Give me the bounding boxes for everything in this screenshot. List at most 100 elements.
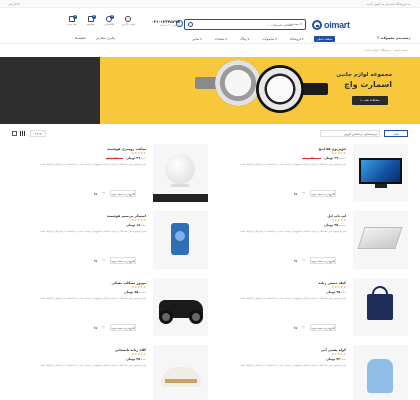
- wishlist-heart-icon[interactable]: ♡: [101, 191, 106, 196]
- product-info: کلاه زنانه تابستانی ★★★★★ ۴۵۰۰۰ تومان لو…: [16, 348, 146, 368]
- product-info: کیف دستی زنانه ★★★★★ ۹۵۰۰۰ تومان لورم ای…: [216, 281, 346, 301]
- site-header: oimart دسته‌بندی ▾ ۰۲۱-۱۲۳۴۵۶۷۸ پشتیبانی…: [0, 8, 420, 34]
- product-image[interactable]: [153, 144, 208, 202]
- product-card[interactable]: ساعت رومیزی هوشمند ★★★★★ ۲۹۰۰۰ تومان۳۵۰۰…: [12, 144, 208, 209]
- watch-image: [215, 60, 261, 106]
- add-to-cart-button[interactable]: افزودن به سبد خرید: [310, 257, 336, 264]
- header-action-account[interactable]: حساب کاربری: [121, 16, 135, 32]
- nav-item-contact[interactable]: تماس ▾: [189, 36, 205, 42]
- wishlist-heart-icon[interactable]: ♡: [301, 325, 306, 330]
- list-view-icon[interactable]: [12, 131, 17, 136]
- product-price: ۱۸۰۰۰ تومان: [16, 223, 146, 227]
- compare-arrows-icon[interactable]: ⇆: [93, 258, 98, 263]
- current-price: ۸۵۰۰۰۰ تومان: [124, 290, 146, 294]
- cart-count-badge: 0: [73, 15, 77, 19]
- compare-arrows-icon[interactable]: ⇆: [293, 325, 298, 330]
- compare-arrows-icon[interactable]: ⇆: [293, 191, 298, 196]
- product-card[interactable]: لپ تاپ اپل ★★★★★ ۴۵۰۰۰۰ تومان لورم ایپسو…: [212, 211, 408, 276]
- banner-title: اسمارت واچ: [344, 80, 392, 89]
- product-image[interactable]: [353, 144, 408, 202]
- wishlist-heart-icon[interactable]: ♡: [101, 258, 106, 263]
- hat-band-image: [165, 379, 197, 383]
- category-menu-button[interactable]: ☰ دسته‌بندی محصولات: [377, 36, 410, 40]
- product-info: تلویزیون ۵۵ اینچ ★★★★★ ۲۹۰۰۰۰ تومان۳۲۰۰۰…: [216, 147, 346, 167]
- sort-select[interactable]: مرتب‌سازی بر اساس آخرین: [320, 130, 380, 137]
- search-category-select[interactable]: دسته‌بندی ▾: [288, 22, 303, 26]
- header-action-label: مقایسه: [87, 23, 95, 26]
- lamp-base-image: [171, 184, 189, 187]
- logo-text: oimart: [324, 20, 350, 30]
- product-card[interactable]: تلویزیون ۵۵ اینچ ★★★★★ ۲۹۰۰۰۰ تومان۳۲۰۰۰…: [212, 144, 408, 209]
- product-rating: ★★★★★: [331, 218, 346, 222]
- product-card[interactable]: کوله پشتی آبی ★★★★★ ۷۲۰۰۰ تومان لورم ایپ…: [212, 345, 408, 400]
- per-page-select[interactable]: ۱۲ ▾: [30, 130, 46, 137]
- nav-item-shop[interactable]: فروشگاه ▾: [287, 36, 307, 42]
- hat-image: [161, 367, 201, 387]
- wishlist-heart-icon[interactable]: ♡: [301, 258, 306, 263]
- header-action-label: علاقه‌مندی: [104, 23, 115, 26]
- wishlist-heart-icon[interactable]: ♡: [301, 191, 306, 196]
- header-action-compare[interactable]: 0 مقایسه: [84, 15, 98, 32]
- nav-item-home[interactable]: صفحه اصلی: [313, 36, 335, 42]
- add-to-cart-button[interactable]: افزودن به سبد خرید: [310, 324, 336, 331]
- product-card[interactable]: اسپیکر بی‌سیم هوشمند ★★★★★ ۱۸۰۰۰ تومان ل…: [12, 211, 208, 276]
- add-to-cart-button[interactable]: افزودن به سبد خرید: [110, 324, 136, 331]
- filter-button[interactable]: فیلتر: [384, 130, 408, 137]
- compare-arrows-icon[interactable]: ⇆: [93, 191, 98, 196]
- logo-icon: [312, 20, 322, 30]
- nav-item-blog[interactable]: وبلاگ ▾: [237, 36, 252, 42]
- nav-item-products[interactable]: محصولات ▾: [259, 36, 280, 42]
- promo-banner[interactable]: مجموعه لوازم جانبی اسمارت واچ مشاهده همه…: [0, 57, 420, 124]
- product-price: ۲۹۰۰۰ تومان۳۵۰۰۰ تومان: [16, 156, 146, 160]
- search-icon[interactable]: [188, 22, 193, 27]
- nav-link-discounts[interactable]: تخفیف‌ها: [75, 36, 86, 40]
- compare-arrows-icon[interactable]: ⇆: [93, 325, 98, 330]
- add-to-cart-button[interactable]: افزودن به سبد خرید: [110, 190, 136, 197]
- product-card[interactable]: کلاه زنانه تابستانی ★★★★★ ۴۵۰۰۰ تومان لو…: [12, 345, 208, 400]
- user-icon: [124, 16, 131, 22]
- site-logo[interactable]: oimart: [312, 18, 350, 32]
- nav-link-order-tracking[interactable]: پیگیری سفارش: [96, 36, 115, 40]
- banner-view-all-button[interactable]: مشاهده همه ←: [352, 96, 388, 105]
- product-image[interactable]: [153, 345, 208, 400]
- product-rating: ★★★★★: [131, 352, 146, 356]
- wheel-image: [189, 310, 203, 324]
- add-to-cart-button[interactable]: افزودن به سبد خرید: [310, 190, 336, 197]
- product-card[interactable]: موتور سیکلت مشکی ★★★★★ ۸۵۰۰۰۰ تومان لورم…: [12, 278, 208, 343]
- product-rating: ★★★★★: [131, 151, 146, 155]
- product-info: اسپیکر بی‌سیم هوشمند ★★★★★ ۱۸۰۰۰ تومان ل…: [16, 214, 146, 234]
- header-action-label: سبد خرید: [67, 23, 77, 26]
- wishlist-heart-icon[interactable]: ♡: [101, 325, 106, 330]
- compare-arrows-icon[interactable]: ⇆: [293, 258, 298, 263]
- current-price: ۹۵۰۰۰ تومان: [326, 290, 346, 294]
- backpack-image: [367, 359, 393, 393]
- product-price: ۲۹۰۰۰۰ تومان۳۲۰۰۰۰ تومان: [216, 156, 346, 160]
- product-image[interactable]: [153, 211, 208, 269]
- header-action-wishlist[interactable]: 0 علاقه‌مندی: [102, 15, 116, 32]
- product-rating: ★★★★★: [331, 352, 346, 356]
- add-to-cart-button[interactable]: افزودن به سبد خرید: [110, 257, 136, 264]
- compare-count-badge: 0: [91, 15, 96, 19]
- nav-item-pages[interactable]: صفحات ▾: [212, 36, 230, 42]
- search-input[interactable]: [193, 20, 293, 29]
- grid-view-icon[interactable]: [20, 131, 25, 136]
- lamp-image: [165, 154, 195, 184]
- welcome-text: به فروشگاه اینترنتی ما خوش آمدید: [366, 2, 410, 6]
- breadcrumb[interactable]: صفحه اصلی / فروشگاه / لوازم جانبی: [364, 48, 408, 52]
- product-image[interactable]: [353, 345, 408, 400]
- language-selector[interactable]: فارسی ▾: [8, 2, 19, 6]
- product-image[interactable]: [353, 211, 408, 269]
- banner-subtitle: مجموعه لوازم جانبی: [336, 72, 392, 78]
- header-action-cart[interactable]: 0 سبد خرید: [65, 15, 79, 32]
- product-info: لپ تاپ اپل ★★★★★ ۴۵۰۰۰۰ تومان لورم ایپسو…: [216, 214, 346, 234]
- phone-label: پشتیبانی ۲۴ ساعته: [159, 24, 180, 27]
- current-price: ۴۵۰۰۰۰ تومان: [324, 223, 346, 227]
- banner-dark-panel: [0, 57, 100, 124]
- product-info: کوله پشتی آبی ★★★★★ ۷۲۰۰۰ تومان لورم ایپ…: [216, 348, 346, 368]
- wishlist-count-badge: 0: [110, 15, 115, 19]
- current-price: ۲۹۰۰۰۰ تومان: [324, 156, 346, 160]
- product-image[interactable]: [153, 278, 208, 336]
- product-description: لورم ایپسوم متن ساختگی با تولید سادگی نا…: [38, 364, 146, 367]
- product-card[interactable]: کیف دستی زنانه ★★★★★ ۹۵۰۰۰ تومان لورم ای…: [212, 278, 408, 343]
- product-image[interactable]: [353, 278, 408, 336]
